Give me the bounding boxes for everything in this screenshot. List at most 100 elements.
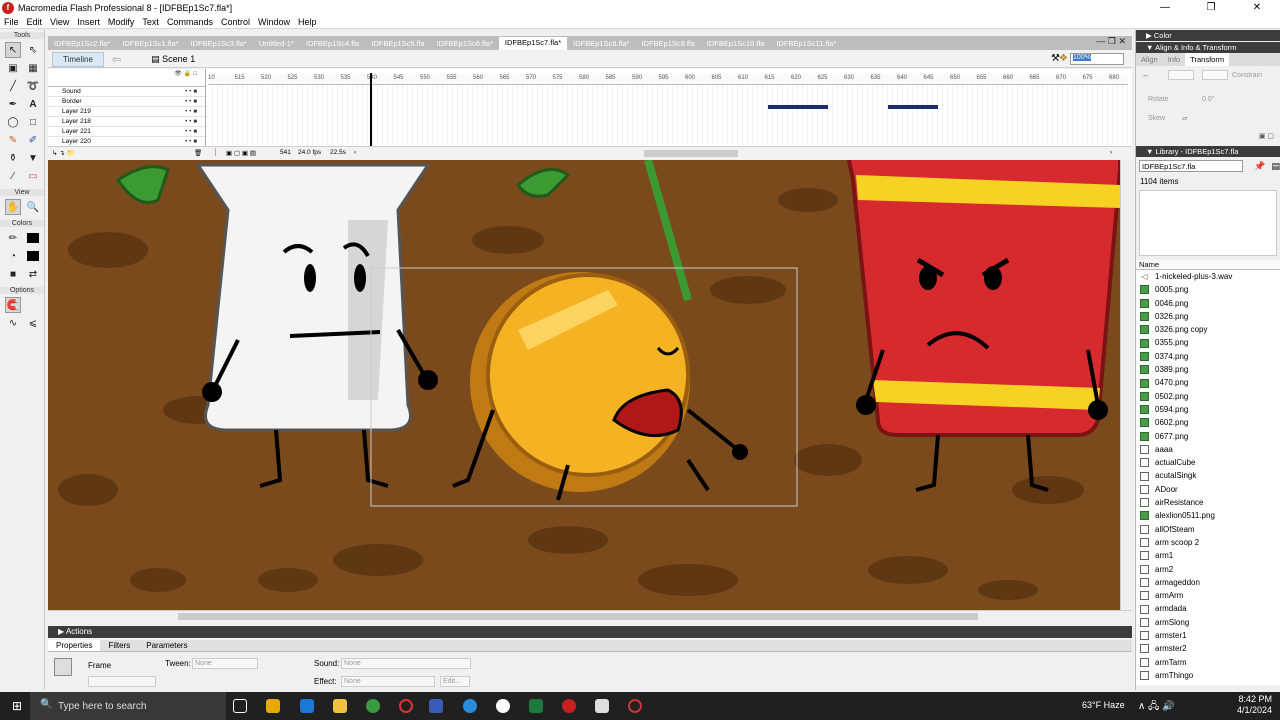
library-item[interactable]: 0326.png [1136, 310, 1280, 323]
doc-tab[interactable]: IDFBEp1Sc6.fla* [431, 38, 499, 50]
layer-row[interactable]: Sound ••■ [48, 87, 205, 97]
library-item[interactable]: 0470.png [1136, 376, 1280, 389]
layer-row[interactable]: Layer 221 ••■ [48, 127, 205, 137]
menu-modify[interactable]: Modify [104, 17, 139, 27]
text-tool-icon[interactable]: A [25, 96, 41, 112]
color-panel-header[interactable]: ▶ Color [1136, 30, 1280, 41]
delete-layer-icon[interactable]: 🗑 [194, 149, 202, 157]
pin-library-icon[interactable]: 📌 [1254, 161, 1265, 172]
stage-canvas[interactable] [48, 160, 1120, 610]
selection-tool-icon[interactable]: ↖ [5, 42, 21, 58]
library-item[interactable]: acutalSingk [1136, 469, 1280, 482]
close-button[interactable]: ✕ [1234, 0, 1280, 15]
stroke-swatch[interactable] [25, 230, 41, 246]
smooth-icon[interactable]: ∿ [5, 315, 21, 331]
fill-color-icon[interactable]: ◔ [5, 248, 21, 264]
library-select[interactable]: IDFBEp1Sc7.fla [1139, 160, 1244, 172]
library-name-column[interactable]: Name [1136, 260, 1280, 270]
library-item[interactable]: aaaa [1136, 443, 1280, 456]
frame-label-input[interactable] [88, 676, 156, 687]
tween-select[interactable]: None [192, 658, 258, 669]
library-panel-header[interactable]: ▼ Library - IDFBEp1Sc7.fla [1136, 146, 1280, 157]
media-player-icon[interactable] [496, 699, 510, 713]
app-icon[interactable] [429, 699, 443, 713]
rotate-value[interactable]: 0.0° [1202, 96, 1215, 103]
snap-magnet-icon[interactable]: 🧲 [5, 297, 21, 313]
frame-grid[interactable] [208, 85, 1128, 145]
taskbar-search[interactable]: 🔍 Type here to search [30, 692, 226, 720]
brush-tool-icon[interactable]: ✐ [25, 132, 41, 148]
edit-symbol-icon[interactable]: ❖ [1059, 53, 1068, 64]
rectangle-tool-icon[interactable]: □ [25, 114, 41, 130]
library-item[interactable]: armTarm [1136, 656, 1280, 669]
sound-select[interactable]: None [341, 658, 471, 669]
menu-edit[interactable]: Edit [23, 17, 47, 27]
subselection-tool-icon[interactable]: ⇖ [25, 42, 41, 58]
fill-transform-icon[interactable]: ▦ [25, 60, 41, 76]
menu-view[interactable]: View [46, 17, 73, 27]
task-view-icon[interactable] [233, 699, 247, 713]
doc-tab[interactable]: IDFBEp1Sc1.fla* [116, 38, 184, 50]
chrome-icon[interactable] [366, 699, 380, 713]
doc-tab[interactable]: IDFBEp1Sc5.fla [365, 38, 430, 50]
pen-tool-icon[interactable]: ✒ [5, 96, 21, 112]
library-item[interactable]: 0389.png [1136, 363, 1280, 376]
library-item[interactable]: armArm [1136, 589, 1280, 602]
library-item[interactable]: actualCube [1136, 456, 1280, 469]
minimize-button[interactable]: — [1142, 0, 1188, 15]
zoom-tool-icon[interactable]: 🔍 [25, 199, 41, 215]
center-frame-icon[interactable]: │ [214, 149, 218, 156]
straighten-icon[interactable]: ⩽ [25, 315, 41, 331]
doc-window-controls[interactable]: — ❐ ✕ [1096, 36, 1126, 47]
menu-help[interactable]: Help [294, 17, 321, 27]
tab-align[interactable]: Align [1136, 53, 1163, 66]
timeline-toggle-button[interactable]: Timeline [52, 51, 104, 67]
library-item[interactable]: armdada [1136, 602, 1280, 615]
ink-bottle-icon[interactable]: ⚱ [5, 150, 21, 166]
explorer-icon[interactable] [333, 699, 347, 713]
doc-tab[interactable]: IDFBEp1Sc2.fla* [48, 38, 116, 50]
pencil-tool-icon[interactable]: ✎ [5, 132, 21, 148]
library-item[interactable]: armThingo [1136, 669, 1280, 682]
edit-button[interactable]: Edit... [440, 676, 470, 687]
library-item[interactable]: arm scoop 2 [1136, 536, 1280, 549]
free-transform-icon[interactable]: ▣ [5, 60, 21, 76]
layer-dots[interactable]: ••■ [185, 97, 199, 107]
menu-file[interactable]: File [0, 17, 23, 27]
library-item[interactable]: 0046.png [1136, 297, 1280, 310]
layer-dots[interactable]: ••■ [185, 107, 199, 117]
eyedropper-icon[interactable]: ∕ [5, 168, 21, 184]
stage-vertical-scrollbar[interactable] [1120, 160, 1132, 610]
transform-buttons-icon[interactable]: ▣ ▢ [1259, 132, 1274, 140]
doc-tab[interactable]: IDFBEp1Sc3.fla* [185, 38, 253, 50]
library-item[interactable]: arm1 [1136, 549, 1280, 562]
scroll-thumb[interactable] [178, 613, 978, 620]
onion-skin-icons[interactable]: ▣ ▢ ▣ ▤ [226, 149, 256, 157]
constrain-label[interactable]: Constrain [1232, 72, 1262, 79]
flash-taskbar-icon[interactable] [562, 699, 576, 713]
layer-dots[interactable]: ••■ [185, 127, 199, 137]
library-item[interactable]: armster1 [1136, 629, 1280, 642]
effect-select[interactable]: None [341, 676, 435, 687]
paint-bucket-icon[interactable]: ▼ [25, 150, 41, 166]
tab-transform[interactable]: Transform [1185, 53, 1230, 66]
doc-tab[interactable]: IDFBEp1Sc11.fla* [770, 38, 842, 50]
zoom-field[interactable]: 100% [1070, 53, 1124, 65]
tab-filters[interactable]: Filters [100, 640, 138, 651]
clock[interactable]: 8:42 PM 4/1/2024 [1237, 694, 1272, 716]
layer-row[interactable]: Layer 218 ••■ [48, 117, 205, 127]
library-item[interactable]: 0602.png [1136, 416, 1280, 429]
weather-widget[interactable]: 63°F Haze [1082, 700, 1125, 710]
library-item[interactable]: alexlion0511.png [1136, 509, 1280, 522]
library-item[interactable]: 0374.png [1136, 350, 1280, 363]
align-panel-header[interactable]: ▼ Align & Info & Transform [1136, 42, 1280, 53]
layer-dots[interactable]: ••■ [185, 87, 199, 97]
tab-parameters[interactable]: Parameters [138, 640, 195, 651]
line-tool-icon[interactable]: ╱ [5, 78, 21, 94]
doc-tab-active[interactable]: IDFBEp1Sc7.fla* [498, 37, 568, 50]
playhead[interactable] [370, 73, 372, 147]
library-item[interactable]: 0677.png [1136, 430, 1280, 443]
library-item[interactable]: 0005.png [1136, 283, 1280, 296]
menu-control[interactable]: Control [217, 17, 254, 27]
menu-commands[interactable]: Commands [163, 17, 217, 27]
